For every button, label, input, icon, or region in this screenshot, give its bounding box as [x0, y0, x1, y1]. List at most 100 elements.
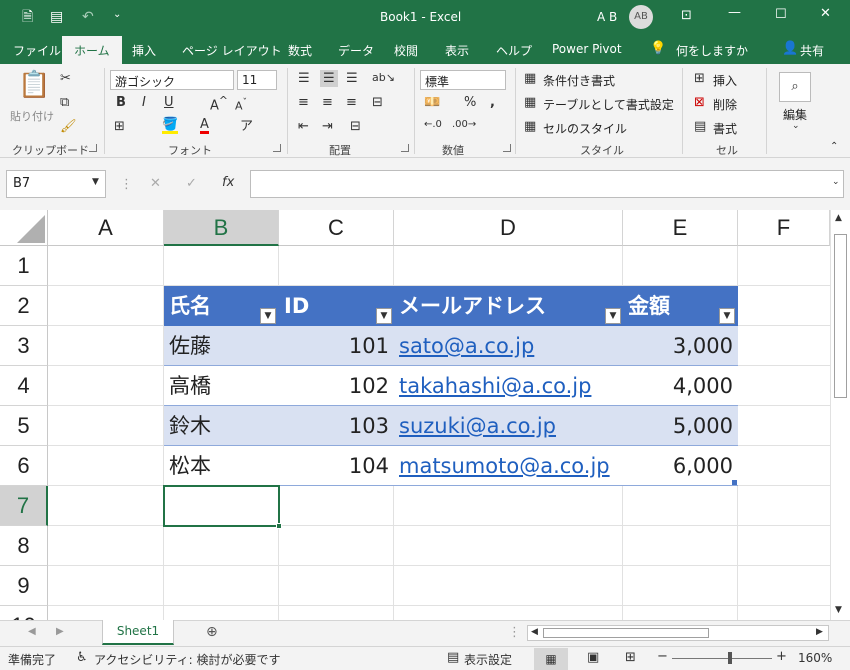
scroll-up-icon[interactable]: ▲: [835, 214, 842, 223]
vertical-scrollbar[interactable]: ▲ ▼: [830, 210, 850, 620]
align-middle-icon[interactable]: ☰: [320, 70, 338, 87]
search-icon[interactable]: ⌕: [779, 72, 811, 102]
copy-icon[interactable]: ⧉: [60, 96, 69, 109]
row-header-1[interactable]: 1: [0, 246, 48, 286]
autosave-icon[interactable]: 🗎: [22, 10, 33, 24]
hscroll-thumb[interactable]: [543, 628, 709, 638]
row-header-2[interactable]: 2: [0, 286, 48, 326]
format-cells-button[interactable]: 書式: [713, 120, 737, 137]
header-cell-email[interactable]: メールアドレス: [394, 286, 623, 326]
fill-handle[interactable]: [276, 523, 282, 529]
enter-icon[interactable]: ✓: [186, 177, 197, 190]
underline-icon[interactable]: U: [164, 96, 174, 109]
table-cell[interactable]: 101: [279, 326, 394, 366]
filter-dropdown-icon[interactable]: ▼: [260, 308, 276, 324]
table-cell[interactable]: 5,000: [623, 406, 738, 446]
row-header-10[interactable]: 10: [0, 606, 48, 620]
table-cell[interactable]: 104: [279, 446, 394, 486]
zoom-slider-thumb[interactable]: [728, 652, 732, 664]
comma-icon[interactable]: ,: [490, 96, 495, 109]
name-box[interactable]: B7: [6, 170, 106, 198]
zoom-out-icon[interactable]: −: [657, 650, 668, 663]
select-all-button[interactable]: [0, 210, 48, 246]
merge-center-icon[interactable]: ⊟: [350, 120, 361, 133]
table-cell[interactable]: 103: [279, 406, 394, 446]
column-header-c[interactable]: C: [279, 210, 394, 246]
table-cell[interactable]: 102: [279, 366, 394, 406]
row-header-8[interactable]: 8: [0, 526, 48, 566]
avatar[interactable]: AB: [629, 5, 653, 29]
prev-sheet-icon[interactable]: ◀: [28, 627, 36, 637]
email-link[interactable]: suzuki@a.co.jp: [394, 406, 623, 446]
align-left-icon[interactable]: ≡: [298, 96, 309, 109]
filter-dropdown-icon[interactable]: ▼: [376, 308, 392, 324]
font-name-select[interactable]: 游ゴシック: [110, 70, 234, 90]
tab-power-pivot[interactable]: Power Pivot: [552, 42, 622, 56]
cancel-icon[interactable]: ✕: [150, 177, 161, 190]
borders-icon[interactable]: ⊞: [114, 120, 125, 133]
table-cell[interactable]: 鈴木: [164, 406, 279, 446]
table-cell[interactable]: 佐藤: [164, 326, 279, 366]
filter-dropdown-icon[interactable]: ▼: [719, 308, 735, 324]
tab-file[interactable]: ファイル: [13, 42, 61, 59]
maximize-icon[interactable]: ☐: [775, 8, 787, 21]
column-header-e[interactable]: E: [623, 210, 738, 246]
percent-icon[interactable]: %: [464, 96, 476, 109]
close-icon[interactable]: ✕: [820, 7, 831, 20]
align-right-icon[interactable]: ≡: [346, 96, 357, 109]
normal-view-icon[interactable]: ▦: [534, 648, 568, 670]
accounting-format-icon[interactable]: 💴: [424, 96, 440, 109]
column-header-f[interactable]: F: [738, 210, 830, 246]
conditional-format-button[interactable]: 条件付き書式: [543, 72, 615, 89]
decrease-decimal-icon[interactable]: .00→: [452, 120, 476, 130]
row-header-7[interactable]: 7: [0, 486, 48, 526]
zoom-slider[interactable]: [672, 652, 772, 664]
add-sheet-icon[interactable]: ⊕: [206, 625, 218, 639]
table-resize-handle[interactable]: [732, 480, 737, 485]
horizontal-scrollbar[interactable]: ◀ ▶: [527, 625, 829, 641]
row-header-6[interactable]: 6: [0, 446, 48, 486]
increase-font-icon[interactable]: A^: [210, 95, 228, 112]
tab-home[interactable]: ホーム: [62, 36, 122, 64]
save-icon[interactable]: ▤: [50, 10, 63, 24]
bold-icon[interactable]: B: [116, 96, 126, 109]
increase-decimal-icon[interactable]: ←.0: [424, 120, 442, 130]
email-link[interactable]: matsumoto@a.co.jp: [394, 446, 623, 486]
column-header-b[interactable]: B: [164, 210, 279, 246]
scroll-down-icon[interactable]: ▼: [835, 606, 842, 615]
align-bottom-icon[interactable]: ☰: [346, 72, 358, 85]
format-painter-icon[interactable]: 🖌: [60, 120, 77, 133]
active-cell[interactable]: [163, 485, 280, 527]
scroll-right-icon[interactable]: ▶: [816, 628, 823, 637]
font-color-icon[interactable]: A: [200, 118, 209, 134]
format-as-table-button[interactable]: テーブルとして書式設定: [543, 96, 674, 113]
row-header-3[interactable]: 3: [0, 326, 48, 366]
column-header-a[interactable]: A: [48, 210, 164, 246]
number-format-select[interactable]: 標準: [420, 70, 506, 90]
decrease-indent-icon[interactable]: ⇤: [298, 120, 309, 133]
insert-cells-button[interactable]: 挿入: [713, 72, 737, 89]
tab-view[interactable]: 表示: [445, 42, 469, 59]
email-link[interactable]: sato@a.co.jp: [394, 326, 623, 366]
orientation-icon[interactable]: ab↘: [372, 72, 395, 83]
filter-dropdown-icon[interactable]: ▼: [605, 308, 621, 324]
table-cell[interactable]: 松本: [164, 446, 279, 486]
alignment-launcher-icon[interactable]: [401, 144, 409, 152]
paste-button[interactable]: 貼り付け: [10, 108, 54, 124]
table-cell[interactable]: 6,000: [623, 446, 738, 486]
number-launcher-icon[interactable]: [503, 144, 511, 152]
cut-icon[interactable]: ✂: [60, 72, 71, 85]
page-layout-view-icon[interactable]: ▣: [587, 651, 599, 664]
tab-help[interactable]: ヘルプ: [496, 42, 532, 59]
expand-formula-icon[interactable]: ⌄: [832, 178, 840, 187]
ribbon-display-icon[interactable]: ⊡: [681, 9, 692, 22]
split-handle-icon[interactable]: ⋮: [508, 626, 521, 639]
zoom-in-icon[interactable]: +: [776, 650, 787, 663]
sheet-tab-sheet1[interactable]: Sheet1: [102, 620, 174, 645]
font-size-select[interactable]: 11: [237, 70, 277, 90]
table-cell[interactable]: 高橋: [164, 366, 279, 406]
minimize-icon[interactable]: —: [728, 6, 741, 19]
table-cell[interactable]: 4,000: [623, 366, 738, 406]
email-link[interactable]: takahashi@a.co.jp: [394, 366, 623, 406]
column-header-d[interactable]: D: [394, 210, 623, 246]
